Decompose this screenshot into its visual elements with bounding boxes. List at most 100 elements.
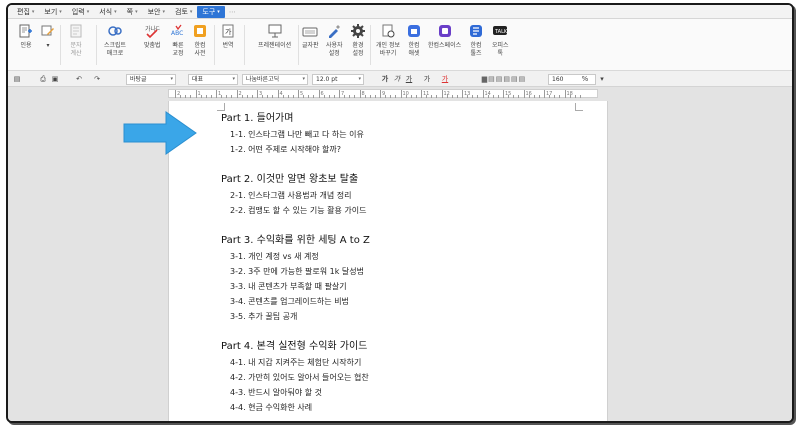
- format-toolbar: ▤ ⎙ ▣ ↶ ↷ 바탕글 ▾ 대표 ▾ 나눔바른고딕 ▾ 12.0 pt ▾ 가 가 …: [8, 71, 792, 87]
- menu-page[interactable]: 쪽 ▾: [122, 6, 143, 18]
- hancom-asset-icon: [406, 23, 422, 39]
- ruler-tick: [221, 95, 223, 98]
- ruler-tick: [544, 90, 545, 98]
- menu-security[interactable]: 보안 ▾: [143, 6, 170, 18]
- ruler-tick: [251, 95, 253, 98]
- document-body[interactable]: Part 1. 들어가며 1-1. 인스타그램 나만 빼고 다 하는 이유 1-2.…: [221, 111, 581, 421]
- svg-text:ABC: ABC: [171, 30, 183, 37]
- ruler-tick: [185, 95, 187, 98]
- presentation-icon: [267, 23, 283, 39]
- chevron-down-icon: ▾: [162, 8, 165, 15]
- ruler-tick: [508, 95, 510, 98]
- chevron-down-icon: ▾: [114, 8, 117, 15]
- chevron-down-icon: ▾: [86, 8, 90, 15]
- ruler-tick: [359, 90, 361, 98]
- style-select[interactable]: 바탕글 ▾: [126, 74, 176, 85]
- more-menu-icon[interactable]: ⋯: [225, 8, 240, 16]
- ruler-tick: [241, 95, 243, 98]
- ribbon-divider: [60, 25, 61, 65]
- quote-button[interactable]: 인용: [18, 23, 34, 50]
- user-settings-icon: [326, 23, 342, 39]
- redo-icon[interactable]: ↷: [92, 74, 102, 84]
- quick-correct-button[interactable]: ABC 빠른 교정: [170, 23, 186, 58]
- dictionary-icon: [192, 23, 208, 39]
- script-macro-button[interactable]: 스크립트 매크로: [104, 23, 126, 58]
- menu-view[interactable]: 보기 ▾: [39, 6, 66, 18]
- menu-edit[interactable]: 편집 ▾: [12, 6, 39, 18]
- ruler-tick: [462, 90, 463, 98]
- document-page[interactable]: Part 1. 들어가며 1-1. 인스타그램 나만 빼고 다 하는 이유 1-2.…: [168, 101, 608, 421]
- horizontal-ruler[interactable]: 2 1 1 2 3 4 5 6 7 8 9 10 11 12 13 14 15 16 17 18: [168, 89, 598, 98]
- menu-tools[interactable]: 도구 ▾: [197, 5, 225, 18]
- align-buttons[interactable]: ▆▤▤▤▤▤: [476, 74, 532, 84]
- hancom-tools-icon: [468, 23, 484, 39]
- char-calc-button[interactable]: 문자 계산: [68, 23, 84, 58]
- arrow-annotation: [123, 111, 197, 155]
- toc-item: 4-1. 내 지갑 지켜주는 체험단 시작하기: [230, 358, 362, 367]
- ruler-tick: [339, 90, 340, 98]
- ruler-tick: [564, 90, 566, 98]
- privacy-button[interactable]: 개인 정보 바꾸기: [376, 23, 400, 58]
- menu-review[interactable]: 검토 ▾: [170, 6, 197, 18]
- layout-icon[interactable]: ▤: [12, 74, 22, 84]
- print-icon[interactable]: ⎙: [38, 74, 48, 84]
- toc-item: 1-1. 인스타그램 나만 빼고 다 하는 이유: [230, 130, 364, 139]
- ruler-tick: [426, 95, 428, 98]
- dictionary-button[interactable]: 한컴 사전: [192, 23, 208, 58]
- font-size-input[interactable]: 12.0 pt ▾: [312, 74, 364, 85]
- bold-button[interactable]: 가: [380, 74, 390, 84]
- ruler-tick: [369, 95, 371, 98]
- ribbon-divider: [214, 25, 215, 65]
- toc-item: 4-3. 반드시 알아둬야 할 것: [230, 388, 323, 397]
- keyboard-icon: [302, 23, 318, 39]
- ruler-tick: [292, 95, 294, 98]
- ruler-tick: [298, 90, 299, 98]
- office-talk-button[interactable]: TALK 오피스 톡: [492, 23, 509, 58]
- user-settings-button[interactable]: 사용자 설정: [326, 23, 343, 58]
- document-canvas[interactable]: 2 1 1 2 3 4 5 6 7 8 9 10 11 12 13 14 15 16 17 18 Part 1. 들어…: [8, 87, 792, 421]
- keyboard-button[interactable]: 글자판: [302, 23, 319, 50]
- hancom-tools-button[interactable]: 한컴 툴즈: [468, 23, 484, 58]
- edit-dropdown-button[interactable]: ▾: [40, 23, 56, 50]
- italic-button[interactable]: 가: [392, 74, 402, 84]
- strike-button[interactable]: 가: [422, 74, 432, 84]
- underline-button[interactable]: 가: [404, 74, 414, 84]
- ruler-tick: [487, 95, 489, 98]
- ruler-tick: [503, 90, 504, 98]
- ruler-tick: [364, 95, 366, 98]
- language-select[interactable]: 대표 ▾: [188, 74, 238, 85]
- menu-format[interactable]: 서식 ▾: [94, 6, 121, 18]
- menu-insert[interactable]: 입력 ▾: [67, 6, 94, 18]
- ruler-tick: [574, 95, 576, 98]
- preferences-button[interactable]: 환경 설정: [350, 23, 366, 58]
- ruler-tick: [441, 90, 443, 98]
- chevron-down-icon: ▾: [217, 8, 220, 15]
- presentation-button[interactable]: 프레젠테이션: [258, 23, 291, 50]
- spellcheck-button[interactable]: 가나다 맞춤법: [144, 23, 161, 50]
- ruler-tick: [477, 95, 479, 98]
- font-color-button[interactable]: 가: [440, 74, 450, 84]
- ruler-tick: [246, 95, 248, 98]
- save-icon[interactable]: ▣: [50, 74, 60, 84]
- ruler-tick: [497, 95, 499, 98]
- ruler-tick: [436, 95, 438, 98]
- hancom-asset-button[interactable]: 한컴 애셋: [406, 23, 422, 58]
- translate-button[interactable]: 가 번역: [220, 23, 236, 50]
- ruler-tick: [231, 95, 233, 98]
- chevron-down-icon: ▾: [232, 76, 235, 82]
- part-heading: Part 2. 이것만 알면 왕초보 탈출: [221, 174, 359, 185]
- chevron-down-icon: ▾: [170, 76, 173, 82]
- ruler-tick: [308, 95, 310, 98]
- ruler-tick: [385, 95, 387, 98]
- undo-icon[interactable]: ↶: [74, 74, 84, 84]
- ruler-tick: [559, 95, 561, 98]
- svg-text:TALK: TALK: [494, 29, 508, 35]
- ruler-tick: [456, 95, 458, 98]
- chevron-down-icon[interactable]: ▾: [598, 74, 606, 84]
- ruler-tick: [405, 95, 407, 98]
- font-select[interactable]: 나눔바른고딕 ▾: [242, 74, 308, 85]
- chevron-down-icon: ▾: [189, 8, 193, 15]
- chevron-down-icon: ▾: [59, 8, 62, 15]
- ruler-tick: [226, 95, 228, 98]
- hancom-space-button[interactable]: 한컴스페이스: [428, 23, 461, 50]
